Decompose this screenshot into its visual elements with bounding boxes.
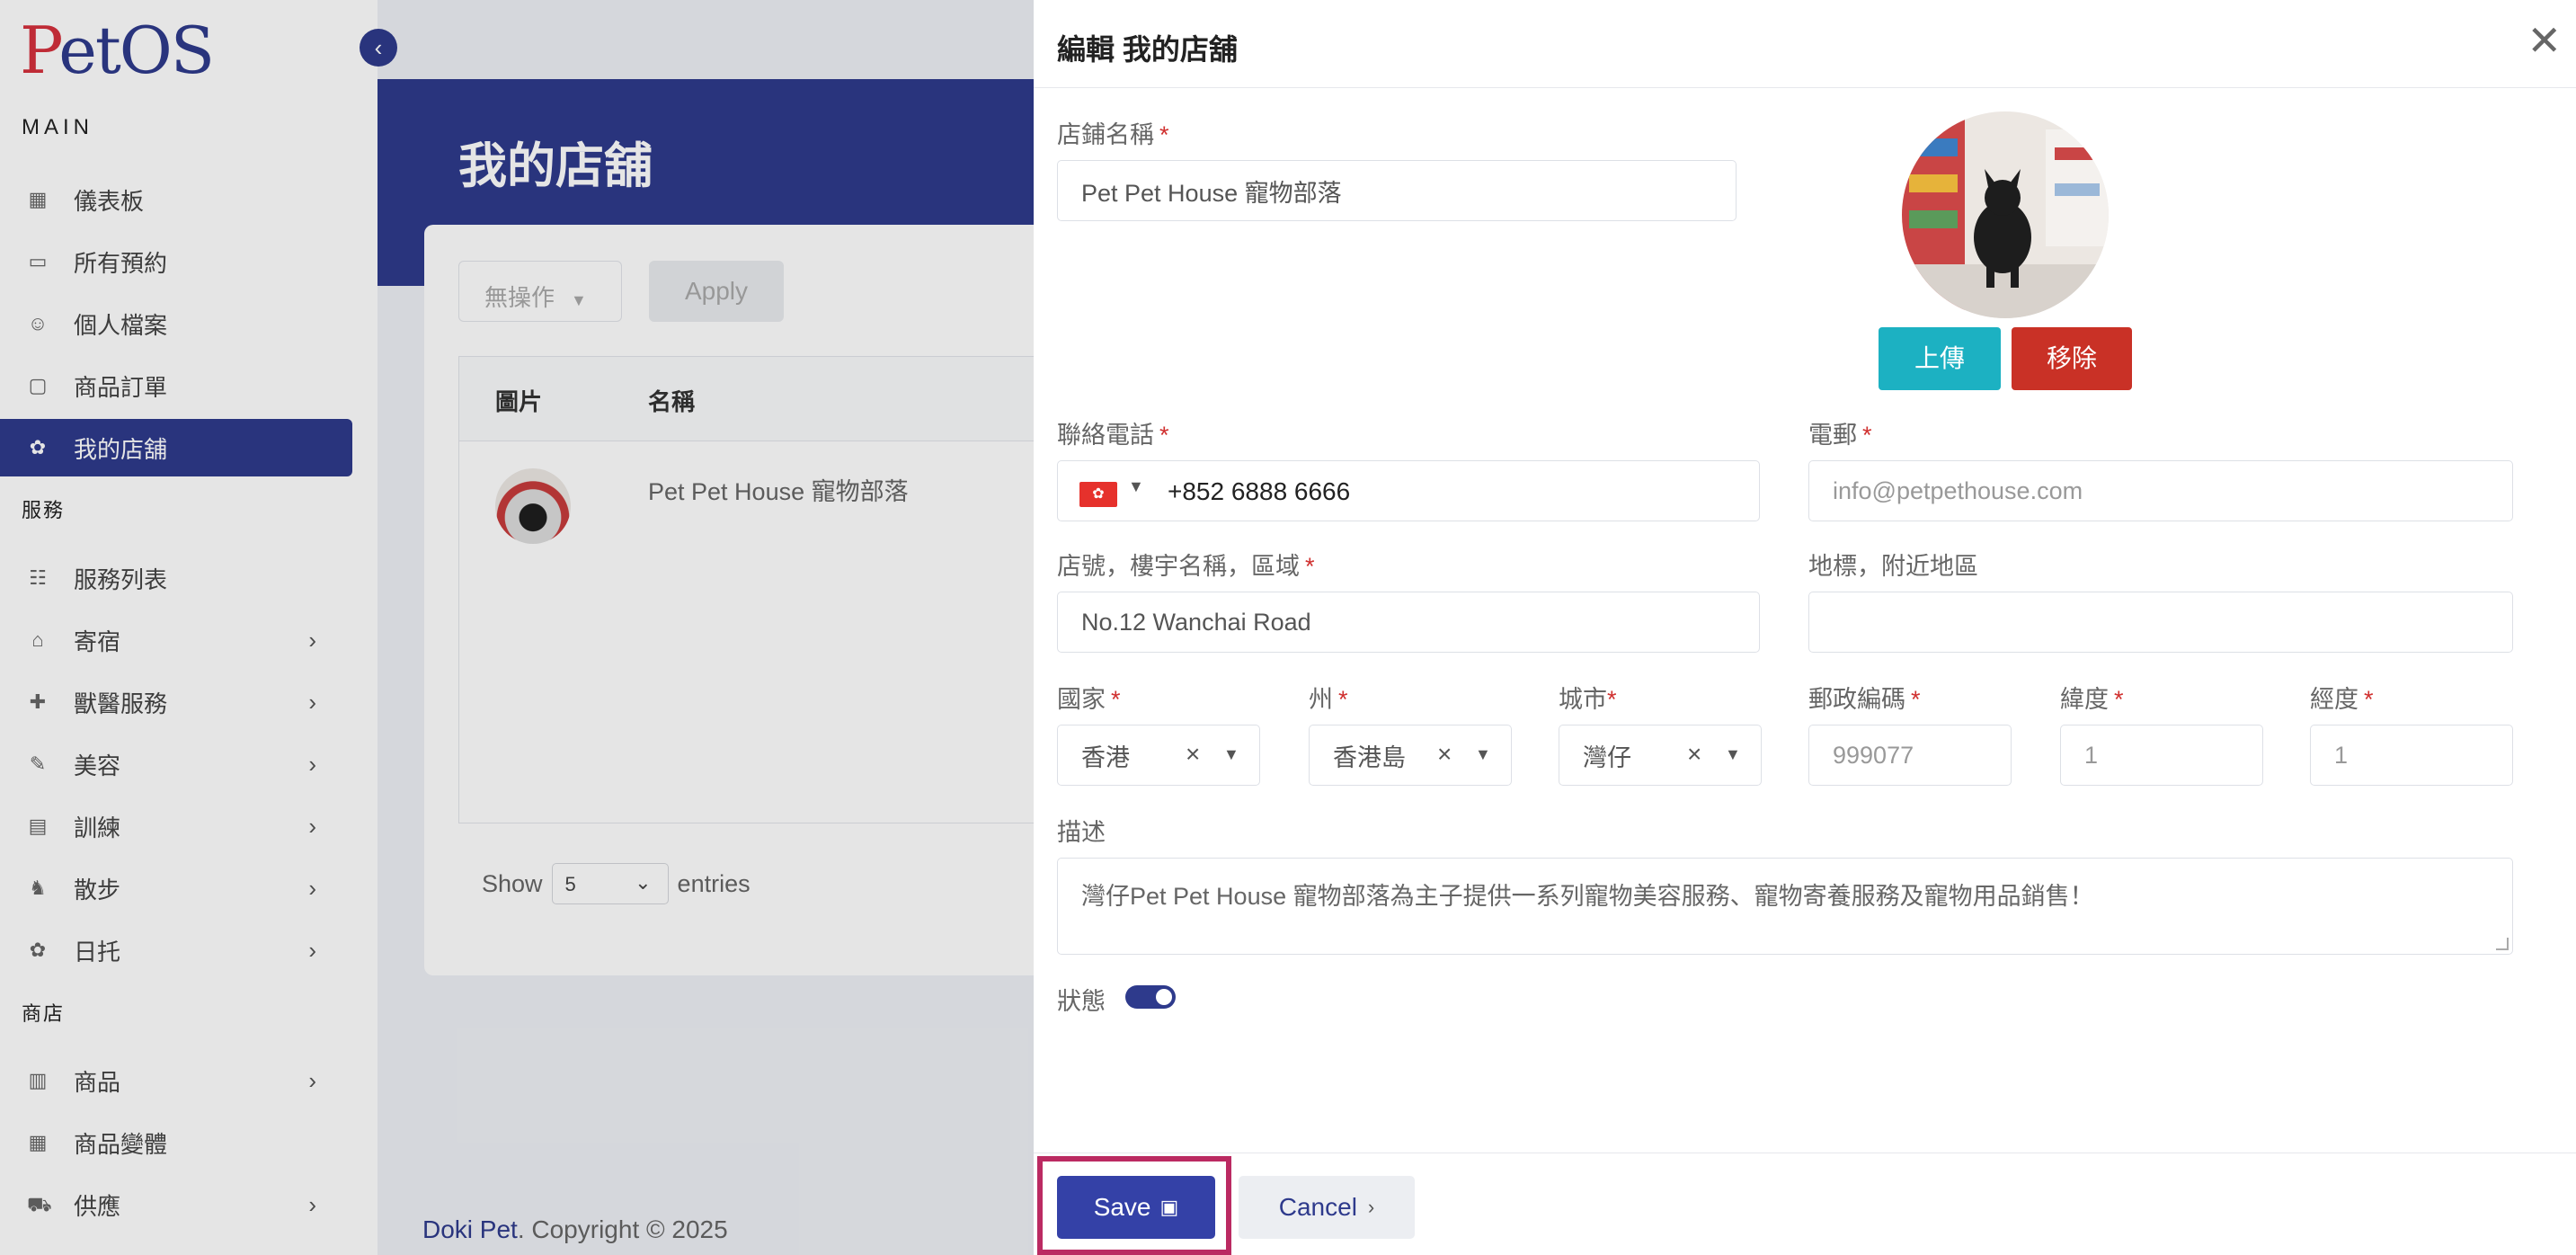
shop-name-input[interactable]: Pet Pet House 寵物部落 [1057,160,1737,221]
caret-down-icon: ▼ [1223,745,1239,763]
caret-down-icon: ▼ [1725,745,1741,763]
postal-code-label: 郵政編碼 * [1808,686,1921,713]
status-toggle[interactable] [1125,985,1176,1009]
phone-label: 聯絡電話 * [1057,422,1169,449]
resize-handle-icon[interactable] [2496,938,2509,950]
state-select[interactable]: 香港島 × ▼ [1309,725,1512,786]
longitude-label: 經度 * [2310,686,2374,713]
description-label: 描述 [1057,819,1106,846]
drawer-backdrop[interactable] [0,0,1034,1255]
edit-shop-drawer: 編輯 我的店舖 ✕ 店鋪名稱 * Pet Pet House 寵物部落 上傳 移除… [1034,0,2576,1255]
drawer-title: 編輯 我的店舖 [1057,33,1238,66]
latitude-label: 緯度 * [2060,686,2124,713]
caret-down-icon[interactable]: ▼ [1128,477,1144,496]
chevron-right-icon: › [1367,1196,1375,1218]
phone-input[interactable]: ✿ ▼ +852 6888 6666 [1057,460,1760,521]
clear-icon[interactable]: × [1186,740,1200,769]
landmark-input[interactable] [1808,592,2513,653]
save-button[interactable]: Save ▣ [1057,1176,1215,1239]
toggle-knob [1156,989,1172,1005]
floppy-disk-icon: ▣ [1159,1196,1179,1218]
longitude-input[interactable]: 1 [2310,725,2513,786]
address-input[interactable]: No.12 Wanchai Road [1057,592,1760,653]
country-select[interactable]: 香港 × ▼ [1057,725,1260,786]
city-select[interactable]: 灣仔 × ▼ [1559,725,1762,786]
email-input[interactable]: info@petpethouse.com [1808,460,2513,521]
shop-photo [1902,111,2109,318]
clear-icon[interactable]: × [1687,740,1701,769]
caret-down-icon: ▼ [1475,745,1491,763]
shop-name-label: 店鋪名稱 * [1057,121,1169,148]
state-label: 州 * [1309,686,1348,713]
country-label: 國家 * [1057,686,1121,713]
hong-kong-flag-icon[interactable]: ✿ [1079,482,1117,507]
drawer-header: 編輯 我的店舖 ✕ [1034,0,2576,88]
city-label: 城市* [1559,686,1617,713]
shop-photo-image [1902,111,2109,318]
close-icon[interactable]: ✕ [2527,20,2562,61]
cancel-button[interactable]: Cancel › [1239,1176,1415,1239]
latitude-input[interactable]: 1 [2060,725,2263,786]
postal-code-input[interactable]: 999077 [1808,725,2012,786]
remove-photo-button[interactable]: 移除 [2012,327,2132,390]
clear-icon[interactable]: × [1437,740,1452,769]
address-label: 店號，樓宇名稱，區域 * [1057,553,1315,580]
upload-photo-button[interactable]: 上傳 [1879,327,2001,390]
status-label: 狀態 [1057,988,1106,1015]
description-textarea[interactable]: 灣仔Pet Pet House 寵物部落為主子提供一系列寵物美容服務、寵物寄養服… [1057,858,2513,955]
landmark-label: 地標，附近地區 [1808,553,1978,580]
email-label: 電郵 * [1808,422,1872,449]
